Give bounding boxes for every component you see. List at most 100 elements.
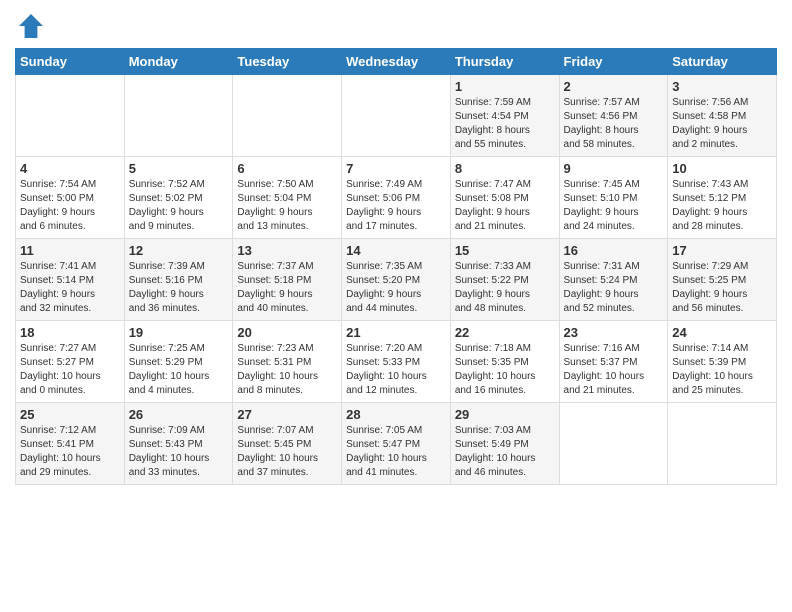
header-row: SundayMondayTuesdayWednesdayThursdayFrid… (16, 49, 777, 75)
calendar-week-1: 1 Sunrise: 7:59 AM Sunset: 4:54 PM Daylig… (16, 75, 777, 157)
day-info: Sunrise: 7:25 AM Sunset: 5:29 PM Dayligh… (129, 343, 210, 396)
calendar-cell: 25 Sunrise: 7:12 AM Sunset: 5:41 PM Dayli… (16, 403, 125, 485)
day-info: Sunrise: 7:33 AM Sunset: 5:22 PM Dayligh… (455, 261, 531, 314)
day-info: Sunrise: 7:14 AM Sunset: 5:39 PM Dayligh… (672, 343, 753, 396)
calendar-cell: 28 Sunrise: 7:05 AM Sunset: 5:47 PM Dayli… (342, 403, 451, 485)
day-info: Sunrise: 7:27 AM Sunset: 5:27 PM Dayligh… (20, 343, 101, 396)
day-info: Sunrise: 7:20 AM Sunset: 5:33 PM Dayligh… (346, 343, 427, 396)
day-number: 4 (20, 161, 120, 176)
day-number: 2 (564, 79, 664, 94)
day-number: 23 (564, 325, 664, 340)
day-info: Sunrise: 7:05 AM Sunset: 5:47 PM Dayligh… (346, 425, 427, 478)
calendar-cell: 5Sunrise: 7:52 AM Sunset: 5:02 PM Daylig… (124, 157, 233, 239)
day-number: 24 (672, 325, 772, 340)
calendar-cell: 20 Sunrise: 7:23 AM Sunset: 5:31 PM Dayli… (233, 321, 342, 403)
day-number: 14 (346, 243, 446, 258)
calendar-cell (668, 403, 777, 485)
calendar-cell: 11 Sunrise: 7:41 AM Sunset: 5:14 PM Dayli… (16, 239, 125, 321)
day-info: Sunrise: 7:12 AM Sunset: 5:41 PM Dayligh… (20, 425, 101, 478)
calendar-cell: 8 Sunrise: 7:47 AM Sunset: 5:08 PM Daylig… (450, 157, 559, 239)
day-number: 7 (346, 161, 446, 176)
calendar-cell: 23 Sunrise: 7:16 AM Sunset: 5:37 PM Dayli… (559, 321, 668, 403)
header-day-thursday: Thursday (450, 49, 559, 75)
day-info: Sunrise: 7:18 AM Sunset: 5:35 PM Dayligh… (455, 343, 536, 396)
calendar-cell: 4Sunrise: 7:54 AM Sunset: 5:00 PM Daylig… (16, 157, 125, 239)
calendar-cell: 15 Sunrise: 7:33 AM Sunset: 5:22 PM Dayli… (450, 239, 559, 321)
day-number: 10 (672, 161, 772, 176)
calendar-cell: 27Sunrise: 7:07 AM Sunset: 5:45 PM Dayli… (233, 403, 342, 485)
day-info: Sunrise: 7:29 AM Sunset: 5:25 PM Dayligh… (672, 261, 748, 314)
logo (15, 10, 51, 42)
day-info: Sunrise: 7:31 AM Sunset: 5:24 PM Dayligh… (564, 261, 640, 314)
day-info: Sunrise: 7:47 AM Sunset: 5:08 PM Dayligh… (455, 179, 531, 232)
calendar-week-2: 4Sunrise: 7:54 AM Sunset: 5:00 PM Daylig… (16, 157, 777, 239)
day-number: 29 (455, 407, 555, 422)
calendar-cell: 19 Sunrise: 7:25 AM Sunset: 5:29 PM Dayli… (124, 321, 233, 403)
calendar-cell: 18 Sunrise: 7:27 AM Sunset: 5:27 PM Dayli… (16, 321, 125, 403)
day-info: Sunrise: 7:23 AM Sunset: 5:31 PM Dayligh… (237, 343, 318, 396)
day-info: Sunrise: 7:37 AM Sunset: 5:18 PM Dayligh… (237, 261, 313, 314)
calendar-cell (342, 75, 451, 157)
day-info: Sunrise: 7:59 AM Sunset: 4:54 PM Dayligh… (455, 97, 531, 150)
header (15, 10, 777, 42)
day-number: 17 (672, 243, 772, 258)
day-info: Sunrise: 7:49 AM Sunset: 5:06 PM Dayligh… (346, 179, 422, 232)
day-number: 21 (346, 325, 446, 340)
day-number: 15 (455, 243, 555, 258)
day-info: Sunrise: 7:45 AM Sunset: 5:10 PM Dayligh… (564, 179, 640, 232)
day-info: Sunrise: 7:16 AM Sunset: 5:37 PM Dayligh… (564, 343, 645, 396)
logo-icon (15, 10, 47, 42)
calendar-cell: 24 Sunrise: 7:14 AM Sunset: 5:39 PM Dayli… (668, 321, 777, 403)
calendar-table: SundayMondayTuesdayWednesdayThursdayFrid… (15, 48, 777, 485)
page-container: SundayMondayTuesdayWednesdayThursdayFrid… (0, 0, 792, 490)
day-number: 25 (20, 407, 120, 422)
calendar-cell: 9Sunrise: 7:45 AM Sunset: 5:10 PM Daylig… (559, 157, 668, 239)
header-day-sunday: Sunday (16, 49, 125, 75)
calendar-cell: 21 Sunrise: 7:20 AM Sunset: 5:33 PM Dayli… (342, 321, 451, 403)
calendar-cell: 12 Sunrise: 7:39 AM Sunset: 5:16 PM Dayli… (124, 239, 233, 321)
day-info: Sunrise: 7:52 AM Sunset: 5:02 PM Dayligh… (129, 179, 205, 232)
day-number: 3 (672, 79, 772, 94)
day-number: 18 (20, 325, 120, 340)
header-day-tuesday: Tuesday (233, 49, 342, 75)
day-info: Sunrise: 7:50 AM Sunset: 5:04 PM Dayligh… (237, 179, 313, 232)
calendar-cell: 10 Sunrise: 7:43 AM Sunset: 5:12 PM Dayli… (668, 157, 777, 239)
calendar-cell: 6 Sunrise: 7:50 AM Sunset: 5:04 PM Daylig… (233, 157, 342, 239)
calendar-cell: 7 Sunrise: 7:49 AM Sunset: 5:06 PM Daylig… (342, 157, 451, 239)
day-info: Sunrise: 7:57 AM Sunset: 4:56 PM Dayligh… (564, 97, 640, 150)
day-number: 26 (129, 407, 229, 422)
day-number: 11 (20, 243, 120, 258)
calendar-cell (559, 403, 668, 485)
calendar-cell: 1 Sunrise: 7:59 AM Sunset: 4:54 PM Daylig… (450, 75, 559, 157)
calendar-week-5: 25 Sunrise: 7:12 AM Sunset: 5:41 PM Dayli… (16, 403, 777, 485)
calendar-cell: 14 Sunrise: 7:35 AM Sunset: 5:20 PM Dayli… (342, 239, 451, 321)
calendar-body: 1 Sunrise: 7:59 AM Sunset: 4:54 PM Daylig… (16, 75, 777, 485)
day-info: Sunrise: 7:43 AM Sunset: 5:12 PM Dayligh… (672, 179, 748, 232)
day-number: 28 (346, 407, 446, 422)
calendar-cell: 13 Sunrise: 7:37 AM Sunset: 5:18 PM Dayli… (233, 239, 342, 321)
calendar-cell: 17 Sunrise: 7:29 AM Sunset: 5:25 PM Dayli… (668, 239, 777, 321)
day-number: 12 (129, 243, 229, 258)
header-day-monday: Monday (124, 49, 233, 75)
day-number: 27 (237, 407, 337, 422)
calendar-week-3: 11 Sunrise: 7:41 AM Sunset: 5:14 PM Dayli… (16, 239, 777, 321)
day-number: 13 (237, 243, 337, 258)
day-number: 22 (455, 325, 555, 340)
calendar-cell (233, 75, 342, 157)
day-info: Sunrise: 7:03 AM Sunset: 5:49 PM Dayligh… (455, 425, 536, 478)
day-number: 20 (237, 325, 337, 340)
day-number: 6 (237, 161, 337, 176)
day-number: 19 (129, 325, 229, 340)
day-number: 8 (455, 161, 555, 176)
calendar-cell: 3Sunrise: 7:56 AM Sunset: 4:58 PM Daylig… (668, 75, 777, 157)
calendar-cell: 16Sunrise: 7:31 AM Sunset: 5:24 PM Dayli… (559, 239, 668, 321)
calendar-cell (124, 75, 233, 157)
day-info: Sunrise: 7:41 AM Sunset: 5:14 PM Dayligh… (20, 261, 96, 314)
calendar-cell: 26 Sunrise: 7:09 AM Sunset: 5:43 PM Dayli… (124, 403, 233, 485)
day-info: Sunrise: 7:35 AM Sunset: 5:20 PM Dayligh… (346, 261, 422, 314)
calendar-cell: 22 Sunrise: 7:18 AM Sunset: 5:35 PM Dayli… (450, 321, 559, 403)
calendar-header: SundayMondayTuesdayWednesdayThursdayFrid… (16, 49, 777, 75)
day-info: Sunrise: 7:09 AM Sunset: 5:43 PM Dayligh… (129, 425, 210, 478)
day-info: Sunrise: 7:39 AM Sunset: 5:16 PM Dayligh… (129, 261, 205, 314)
day-number: 1 (455, 79, 555, 94)
